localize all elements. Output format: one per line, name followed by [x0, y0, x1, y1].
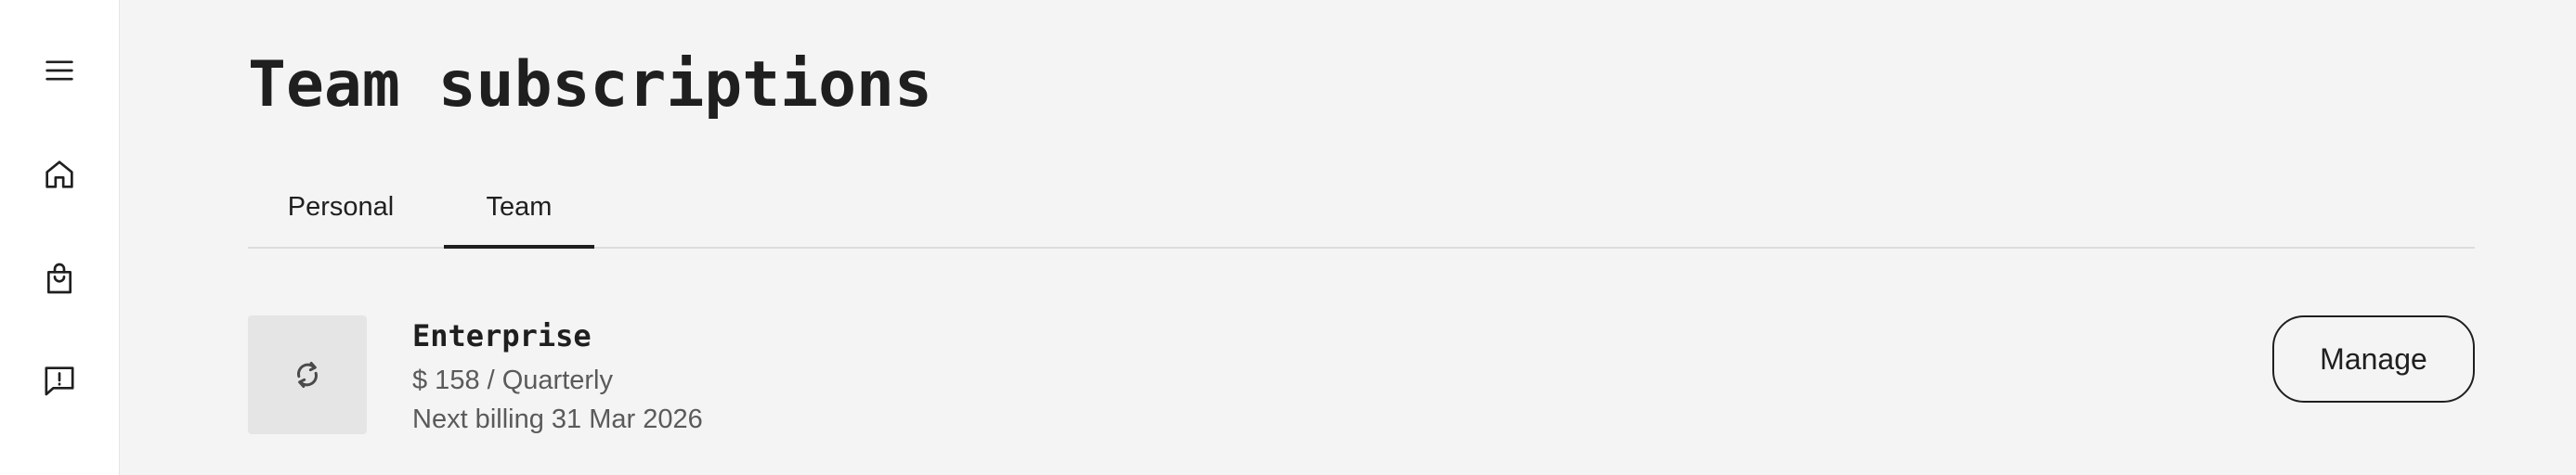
menu-icon [46, 60, 73, 81]
page-title: Team subscriptions [248, 48, 932, 122]
shopping-bag-icon [47, 263, 72, 294]
subscription-icon-tile [248, 315, 367, 434]
tab-personal[interactable]: Personal [248, 167, 434, 247]
renew-icon [297, 362, 318, 388]
home-button[interactable] [22, 137, 97, 212]
menu-button[interactable] [22, 33, 97, 108]
feedback-button[interactable] [22, 343, 97, 417]
main-content: Team subscriptions Personal Team Enterpr… [119, 0, 2576, 475]
subscription-name: Enterprise [412, 318, 592, 353]
tab-bar: Personal Team [248, 167, 2475, 249]
subscription-price: $ 158 / Quarterly [412, 366, 613, 395]
sidebar [0, 0, 120, 475]
subscription-row: Enterprise $ 158 / Quarterly Next billin… [248, 314, 2475, 436]
subscription-next-billing: Next billing 31 Mar 2026 [412, 404, 703, 434]
shop-button[interactable] [22, 241, 97, 315]
home-icon [46, 160, 73, 188]
manage-button[interactable]: Manage [2272, 315, 2475, 403]
feedback-icon [45, 366, 74, 396]
tab-team[interactable]: Team [444, 167, 594, 249]
